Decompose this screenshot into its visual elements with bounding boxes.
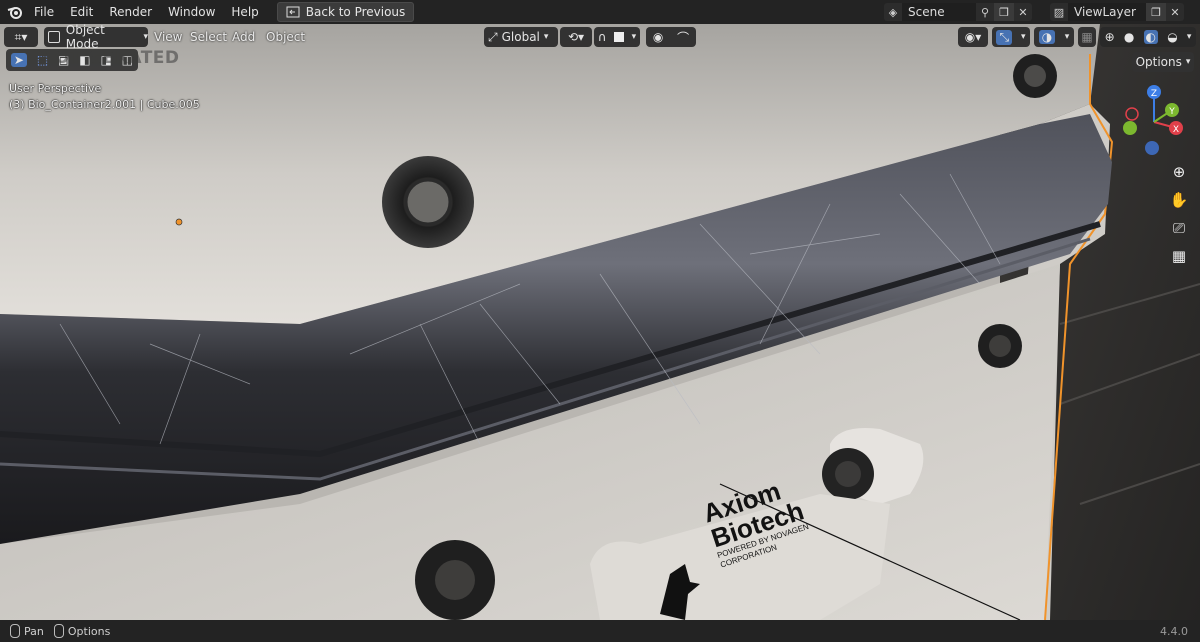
watermark-text: NOT GERATED bbox=[40, 48, 180, 68]
scene-icon: ◈ bbox=[888, 5, 898, 19]
menu-file[interactable]: File bbox=[26, 0, 62, 24]
hand-pan-icon[interactable]: ✋ bbox=[1167, 188, 1191, 212]
overlays-icon[interactable]: ◑ bbox=[1038, 30, 1056, 44]
gizmo-z-label: Z bbox=[1151, 89, 1157, 99]
zoom-icon[interactable]: ⊕ bbox=[1167, 160, 1191, 184]
mode-dropdown[interactable]: Object Mode ▾ bbox=[44, 24, 148, 51]
menu-object[interactable]: Object bbox=[260, 30, 311, 44]
solid-shading-icon[interactable]: ● bbox=[1124, 30, 1134, 44]
menu-help[interactable]: Help bbox=[223, 0, 266, 24]
xray-icon: ▦ bbox=[1081, 30, 1093, 44]
orientation-icon: ⤢ bbox=[488, 29, 498, 44]
proportional-editing-controls[interactable]: ◉ ⌒ bbox=[646, 27, 696, 47]
pivot-point-dropdown[interactable]: ⟲▾ bbox=[560, 27, 592, 47]
new-scene-icon[interactable]: ❐ bbox=[994, 3, 1014, 21]
chevron-down-icon: ▾ bbox=[631, 32, 637, 42]
view-layer-icon: ▨ bbox=[1053, 5, 1065, 19]
viewport-header: ⌗▾ Object Mode ▾ View Select Add Object … bbox=[0, 24, 1200, 51]
remove-view-layer-icon[interactable]: ✕ bbox=[1166, 3, 1184, 21]
visibility-dropdown[interactable]: ◉▾ bbox=[958, 27, 988, 47]
orientation-label: Global bbox=[501, 30, 540, 44]
rendered-shading-icon[interactable]: ◒ bbox=[1167, 30, 1177, 44]
object-mode-icon bbox=[48, 31, 60, 43]
gizmo-x-label: X bbox=[1173, 125, 1179, 135]
blender-logo-icon[interactable] bbox=[4, 1, 26, 23]
mouse-middle-icon bbox=[10, 624, 20, 638]
scene-selector[interactable]: ◈ Scene ⚲ ❐ ✕ bbox=[884, 3, 1032, 21]
mouse-right-icon bbox=[53, 624, 64, 638]
proportional-editing-icon[interactable]: ◉ bbox=[653, 30, 663, 44]
falloff-icon[interactable]: ⌒ bbox=[677, 29, 689, 46]
overlays-toggle[interactable]: ◑ ▾ bbox=[1034, 27, 1074, 47]
chevron-down-icon: ▾ bbox=[1020, 32, 1026, 42]
shading-mode-buttons[interactable]: ⊕ ● ◐ ◒ ▾ bbox=[1100, 27, 1196, 47]
editor-type-icon: ⌗▾ bbox=[14, 29, 28, 44]
3d-viewport[interactable]: Axiom Biotech POWERED BY NOVAGEN CORPORA… bbox=[0, 24, 1200, 620]
back-button-label: Back to Previous bbox=[305, 5, 406, 19]
back-to-previous-button[interactable]: Back to Previous bbox=[276, 2, 415, 22]
gizmo-icon[interactable]: ⤡ bbox=[996, 29, 1013, 45]
pivot-icon: ⟲▾ bbox=[567, 30, 585, 44]
menu-add[interactable]: Add bbox=[226, 30, 261, 44]
chevron-down-icon: ▾ bbox=[1186, 32, 1192, 42]
camera-icon[interactable]: ⎚ bbox=[1167, 216, 1191, 240]
remove-scene-icon[interactable]: ✕ bbox=[1014, 3, 1032, 21]
snapping-controls[interactable]: ∩ ▾ bbox=[594, 27, 640, 47]
perspective-label: User Perspective bbox=[9, 82, 102, 95]
view-layer-selector[interactable]: ▨ ViewLayer ❐ ✕ bbox=[1050, 3, 1184, 21]
snap-magnet-icon[interactable]: ∩ bbox=[598, 30, 607, 44]
snap-target-icon[interactable] bbox=[614, 32, 625, 42]
view-layer-name-field[interactable]: ViewLayer bbox=[1068, 3, 1146, 21]
chevron-down-icon: ▾ bbox=[1185, 57, 1191, 67]
eye-icon: ◉▾ bbox=[964, 30, 982, 44]
gizmo-toggle[interactable]: ⤡ ▾ bbox=[992, 27, 1030, 47]
wireframe-shading-icon[interactable]: ⊕ bbox=[1105, 30, 1115, 44]
viewport-render bbox=[0, 24, 1200, 620]
status-bar: Pan Options 4.4.0 bbox=[0, 620, 1200, 642]
editor-type-button[interactable]: ⌗▾ bbox=[4, 27, 38, 47]
navigation-gizmo[interactable]: Z X Y bbox=[1114, 82, 1194, 162]
pin-icon[interactable]: ⚲ bbox=[976, 3, 994, 21]
gizmo-y-label: Y bbox=[1168, 107, 1175, 117]
chevron-down-icon: ▾ bbox=[543, 32, 549, 42]
material-preview-shading-icon[interactable]: ◐ bbox=[1143, 30, 1158, 44]
status-pan: Pan bbox=[24, 624, 44, 638]
menu-window[interactable]: Window bbox=[160, 0, 223, 24]
menu-render[interactable]: Render bbox=[101, 0, 160, 24]
status-options: Options bbox=[67, 624, 111, 638]
mode-label: Object Mode bbox=[65, 24, 105, 51]
options-label: Options bbox=[1135, 55, 1182, 69]
menu-view[interactable]: View bbox=[148, 30, 188, 44]
select-tool-icon[interactable]: ➤ bbox=[10, 53, 27, 67]
options-dropdown[interactable]: Options ▾ bbox=[1132, 52, 1194, 72]
transform-orientation-dropdown[interactable]: ⤢ Global ▾ bbox=[484, 27, 558, 47]
new-view-layer-icon[interactable]: ❐ bbox=[1146, 3, 1166, 21]
back-icon bbox=[286, 6, 300, 18]
object-info-label: (3) Bio_Container2.001 | Cube.005 bbox=[9, 98, 200, 111]
scene-name-field[interactable]: Scene bbox=[902, 3, 976, 21]
menu-edit[interactable]: Edit bbox=[62, 0, 101, 24]
top-bar: File Edit Render Window Help Back to Pre… bbox=[0, 0, 1200, 24]
version-label: 4.4.0 bbox=[1160, 624, 1188, 638]
chevron-down-icon: ▾ bbox=[1064, 32, 1070, 42]
xray-toggle[interactable]: ▦ bbox=[1078, 27, 1096, 47]
perspective-grid-icon[interactable]: ▦ bbox=[1167, 244, 1191, 268]
